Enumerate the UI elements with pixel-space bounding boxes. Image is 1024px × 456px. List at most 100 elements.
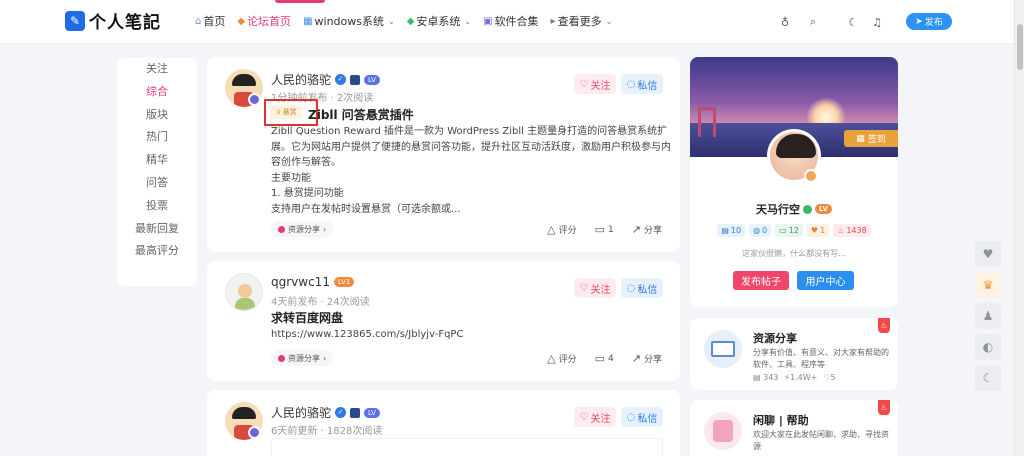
forum-image	[704, 330, 742, 368]
chat-icon: ◌	[626, 78, 636, 90]
comment-icon: ▭	[594, 352, 606, 365]
chevron-down-icon: ⌄	[464, 16, 472, 26]
post-author[interactable]: 人民的骆驼 ✓ LV	[271, 71, 380, 88]
level-badge: LV	[815, 204, 832, 214]
message-button[interactable]: ◌ 私信	[621, 74, 663, 94]
publish-button[interactable]: ➤ 发布	[906, 13, 952, 30]
share-button[interactable]: ↗ 分享	[632, 223, 662, 236]
bulb-icon[interactable]: ♁	[775, 12, 795, 32]
level-badge: LV	[364, 407, 380, 418]
forum-title: 资源分享	[753, 332, 797, 345]
chat-icon: ◌	[626, 282, 636, 294]
post-card: qgrvwc11 LV1 4天前发布 · 24次阅读 ♡ 关注 ◌ 私信 求转百度网…	[207, 261, 680, 381]
nav-android[interactable]: ◆ 安卓系统 ⌄	[407, 11, 471, 31]
menu-item-vote[interactable]: 投票	[117, 195, 197, 218]
rate-button[interactable]: △ 评分	[547, 223, 576, 236]
dark-mode-icon[interactable]: ☾	[843, 12, 863, 32]
posts-icon: ▤	[721, 226, 729, 235]
menu-item-hot[interactable]: 热门	[117, 126, 197, 149]
forum-stat-posts: ▤ 343	[753, 373, 779, 382]
forum-stats: ▤ 343 ⚡1.4W+ ♡5	[753, 373, 836, 382]
category-chip[interactable]: 资源分享 ›	[271, 350, 334, 366]
bell-icon[interactable]: ♫	[867, 12, 887, 32]
publish-post-button[interactable]: 发布帖子	[733, 271, 789, 290]
qq-icon[interactable]: ♟	[975, 303, 1001, 329]
heart-icon: ♡	[579, 78, 589, 90]
post-actions: △ 评分 ▭ 1 ↗ 分享	[547, 223, 662, 236]
forum-stat-views: ⚡1.4W+	[784, 373, 818, 382]
posts-icon: ▤	[753, 373, 764, 382]
forum-card[interactable]: ♨ 资源分享 分享有价值、有意义、对大家有帮助的软件、工具、程序等 ▤ 343 …	[690, 318, 898, 390]
menu-item-follow[interactable]: 关注	[117, 58, 197, 81]
nav-home[interactable]: ⌂ 首页	[195, 11, 225, 31]
menu-item-sections[interactable]: 版块	[117, 104, 197, 127]
rate-button[interactable]: △ 评分	[547, 352, 576, 365]
category-icon	[278, 225, 285, 233]
floating-toolbar: ♥ ♛ ♟ ◐ ☾	[975, 241, 1001, 391]
avatar-badge-icon	[804, 169, 818, 183]
signin-button[interactable]: ▦ 签到	[844, 130, 898, 147]
wechat-icon[interactable]: ◐	[975, 334, 1001, 360]
post-actions: △ 评分 ▭ 4 ↗ 分享	[547, 352, 662, 365]
message-button[interactable]: ◌ 私信	[621, 278, 663, 298]
stat-likes[interactable]: ♥ 1	[806, 224, 830, 237]
scrollbar[interactable]	[1014, 0, 1024, 456]
comment-icon: ▭	[594, 223, 606, 236]
comment-button[interactable]: ▭ 1	[595, 223, 614, 236]
hot-icon: ♨	[878, 400, 890, 415]
nav-forum[interactable]: ◆ 论坛首页	[237, 0, 325, 31]
menu-item-latest-reply[interactable]: 最新回复	[117, 218, 197, 241]
stat-questions[interactable]: ◍ 0	[749, 224, 772, 237]
forum-icon: ◆	[237, 15, 246, 27]
post-card: 人民的骆驼 ✓ LV 6天前更新 · 1828次阅读 ♡ 关注 ◌ 私信	[207, 390, 680, 456]
logo-icon: ✎	[65, 10, 85, 31]
level-badge: LV1	[333, 277, 355, 287]
share-button[interactable]: ↗ 分享	[632, 352, 662, 365]
dark-mode-icon[interactable]: ☾	[975, 365, 1001, 391]
follow-button[interactable]: ♡ 关注	[574, 407, 616, 427]
heart-icon: ♡	[579, 282, 589, 294]
forum-desc: 分享有价值、有意义、对大家有帮助的软件、工具、程序等	[753, 348, 889, 369]
follow-button[interactable]: ♡ 关注	[574, 74, 616, 94]
message-button[interactable]: ◌ 私信	[621, 407, 663, 427]
scrollbar-thumb[interactable]	[1017, 24, 1023, 70]
category-chip[interactable]: 资源分享 ›	[271, 221, 334, 237]
stat-comments[interactable]: ▭ 12	[775, 224, 803, 237]
menu-item-general[interactable]: 综合	[117, 81, 197, 104]
nav-apps[interactable]: ▣ 软件合集	[483, 11, 538, 31]
crown-icon[interactable]: ♛	[975, 272, 1001, 298]
post-title[interactable]: Zibll 问答悬赏插件	[308, 106, 414, 123]
post-title[interactable]: 求转百度网盘	[271, 309, 343, 326]
menu-item-qa[interactable]: 问答	[117, 172, 197, 195]
post-author[interactable]: 人民的骆驼 ✓ LV	[271, 404, 380, 421]
site-logo[interactable]: ✎ 个人笔記	[65, 8, 161, 33]
share-icon: ↗	[631, 223, 641, 236]
post-excerpt[interactable]: https://www.123865.com/s/Jblyjv-FqPC	[271, 327, 671, 343]
stat-posts[interactable]: ▤ 10	[717, 224, 746, 237]
user-center-button[interactable]: 用户中心	[797, 271, 854, 290]
follow-button[interactable]: ♡ 关注	[574, 278, 616, 298]
heart-icon: ♥	[810, 226, 819, 235]
menu-item-featured[interactable]: 精华	[117, 149, 197, 172]
android-icon: ◆	[406, 15, 415, 27]
nav-windows[interactable]: ▦ windows系统 ⌄	[303, 11, 395, 31]
heart-icon[interactable]: ♥	[975, 241, 1001, 267]
search-icon[interactable]: ⌕	[803, 12, 823, 32]
windows-icon: ▦	[303, 15, 313, 27]
main-nav: ⌂ 首页 ◆ 论坛首页 ▦ windows系统 ⌄ ◆ 安卓系统 ⌄ ▣ 软件合集 ▸ 查看更多…	[195, 0, 624, 31]
forum-card[interactable]: ♨ 闲聊 | 帮助 欢迎大家在此发帖闲聊、求助、寻找资源	[690, 400, 898, 456]
post-excerpt[interactable]: Zibll Question Reward 插件是一款为 WordPress Z…	[271, 124, 671, 217]
heart-icon: ♡	[579, 411, 589, 423]
medal-icon	[350, 74, 361, 85]
medal-icon	[350, 407, 361, 418]
profile-name[interactable]: 天马行空 LV	[690, 201, 898, 217]
post-preview	[271, 438, 663, 456]
menu-item-top-rated[interactable]: 最高评分	[117, 240, 197, 263]
nav-more[interactable]: ▸ 查看更多 ⌄	[551, 11, 613, 31]
post-author[interactable]: qgrvwc11 LV1	[271, 275, 355, 289]
comment-button[interactable]: ▭ 4	[595, 352, 614, 365]
stat-popularity[interactable]: ♨ 1438	[833, 224, 871, 237]
avatar[interactable]	[225, 273, 263, 311]
logo-text: 个人笔記	[89, 13, 161, 33]
profile-card: ▦ 签到 天马行空 LV ▤ 10 ◍ 0 ▭ 12 ♥ 1 ♨ 1438 这家伙很懒，什么…	[690, 57, 898, 307]
